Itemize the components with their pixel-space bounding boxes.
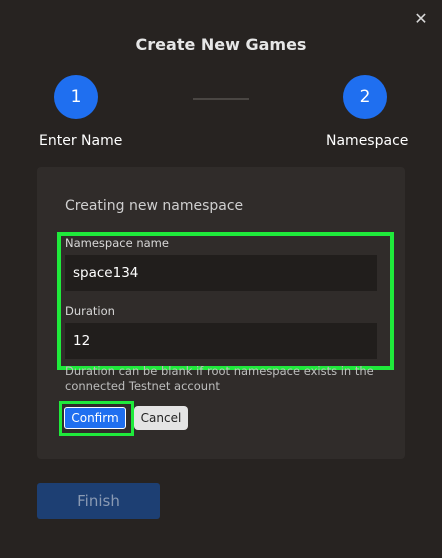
close-icon[interactable]: ✕ xyxy=(409,8,433,30)
panel-heading: Creating new namespace xyxy=(65,198,244,214)
cancel-button[interactable]: Cancel xyxy=(134,406,188,430)
step-1-circle: 1 xyxy=(54,75,98,119)
namespace-name-input[interactable] xyxy=(65,255,377,291)
duration-label: Duration xyxy=(65,304,115,318)
step-connector xyxy=(193,98,249,100)
step-1-label: Enter Name xyxy=(39,133,123,149)
confirm-button[interactable]: Confirm xyxy=(64,407,126,429)
namespace-name-label: Namespace name xyxy=(65,236,169,250)
finish-button[interactable]: Finish xyxy=(37,483,160,519)
duration-helper-text: Duration can be blank if root namespace … xyxy=(65,364,374,393)
modal-title: Create New Games xyxy=(135,35,307,54)
step-2-circle: 2 xyxy=(343,75,387,119)
duration-input[interactable] xyxy=(65,323,377,359)
step-2-label: Namespace xyxy=(326,133,409,149)
